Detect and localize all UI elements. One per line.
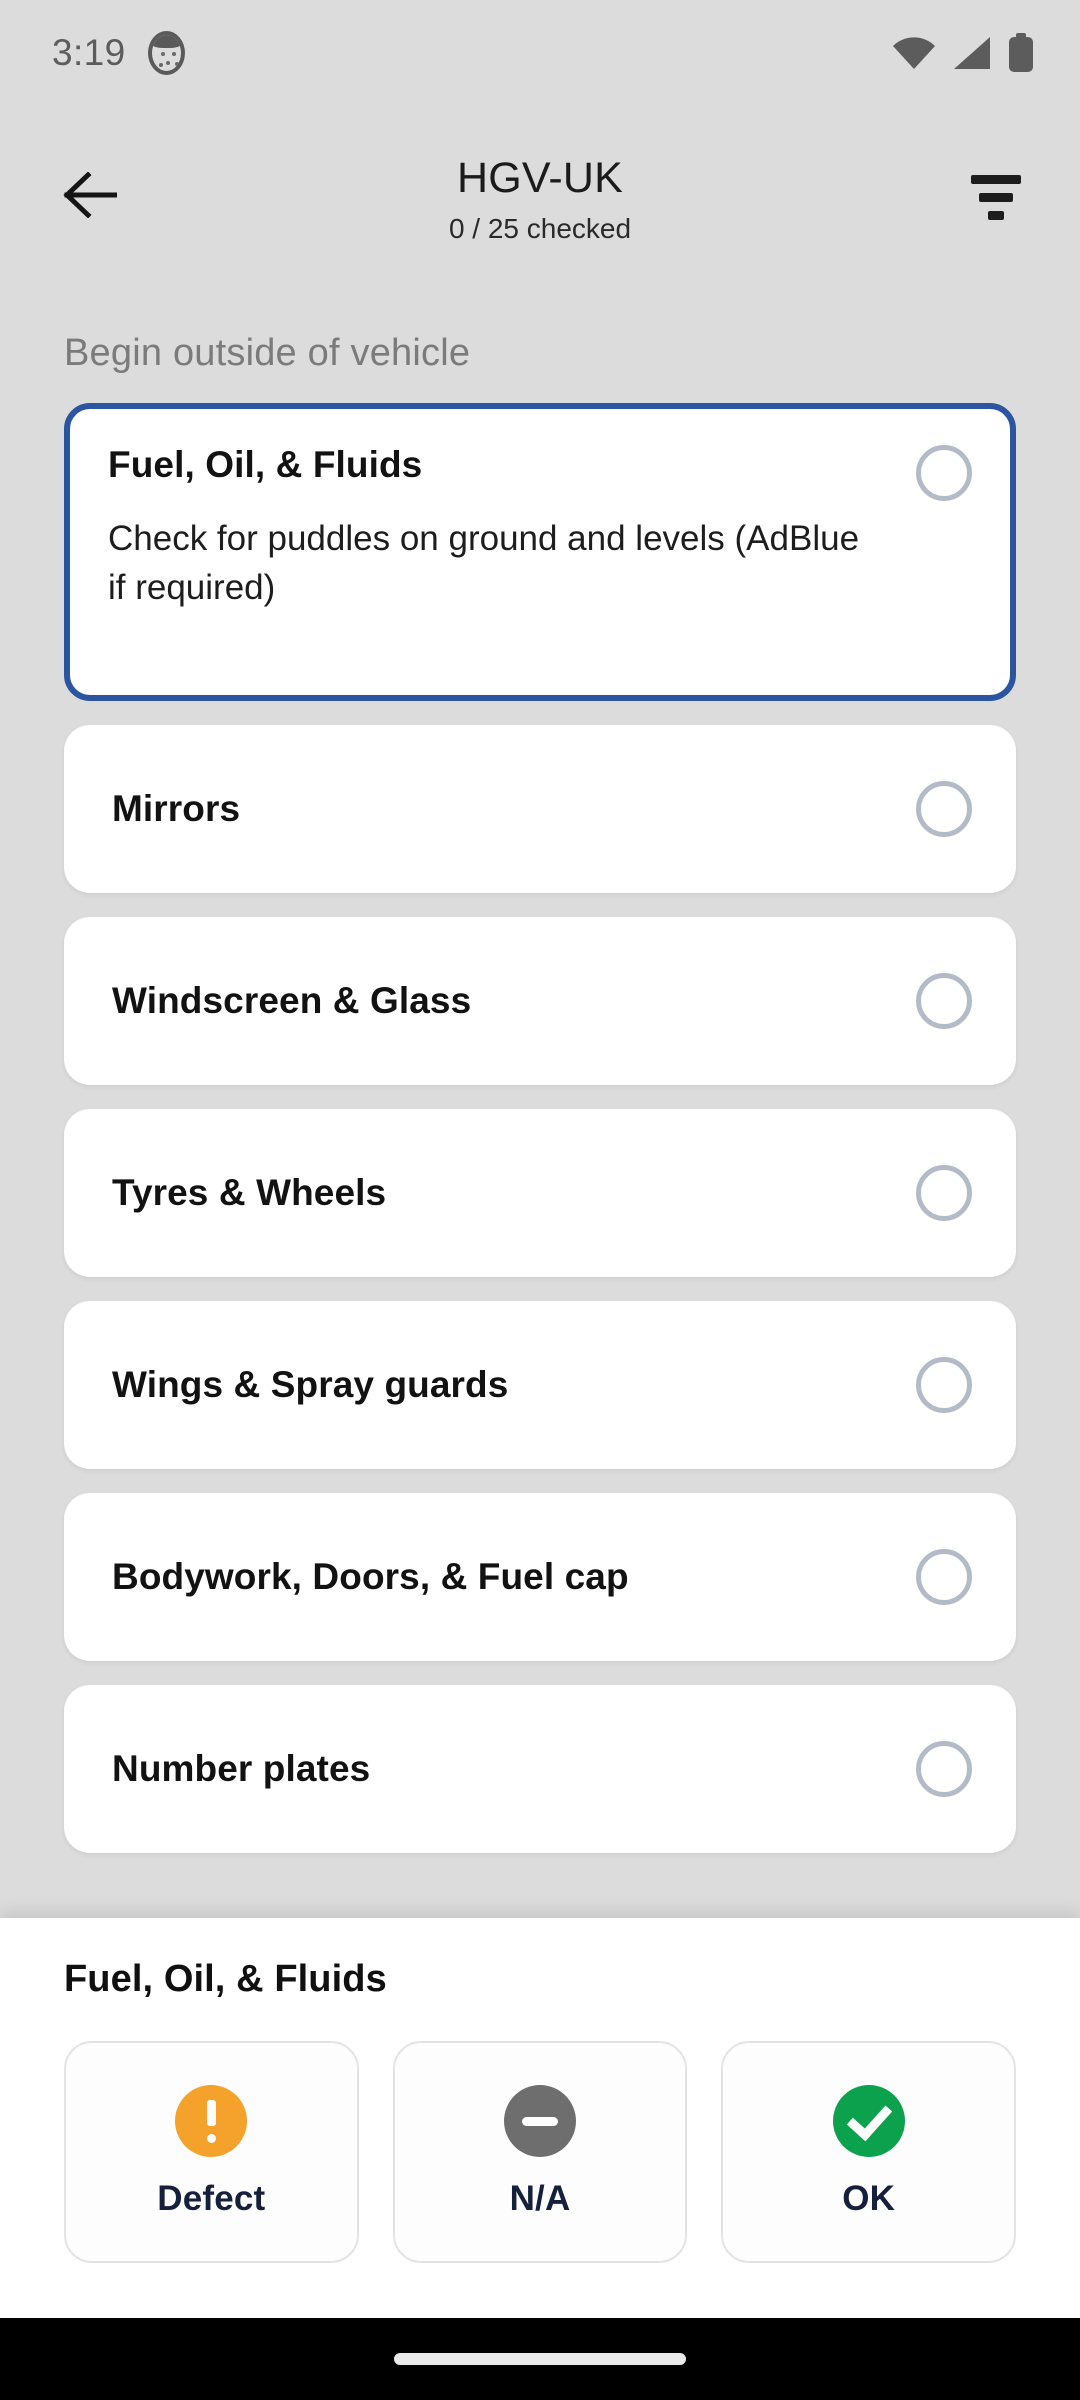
status-bar-left: 3:19	[52, 30, 185, 75]
home-indicator-pill[interactable]	[394, 2353, 686, 2365]
checked-counter: 0 / 25 checked	[448, 213, 632, 244]
status-bar: 3:19	[0, 0, 1080, 105]
page-title: HGV-UK	[456, 154, 624, 202]
checklist-item-title: Fuel, Oil, & Fluids	[108, 444, 423, 485]
checklist-item-title: Bodywork, Doors, & Fuel cap	[112, 1555, 629, 1597]
checklist-item-number-plates[interactable]: Number plates	[64, 1685, 1016, 1853]
checklist-item-title: Wings & Spray guards	[112, 1363, 509, 1405]
checklist-item-status-radio[interactable]	[916, 1741, 972, 1797]
app-bar-titles: HGV-UK 0 / 25 checked	[0, 150, 1080, 245]
filter-icon-bar-1	[971, 175, 1021, 184]
checklist-item-wings-spray-guards[interactable]: Wings & Spray guards	[64, 1301, 1016, 1469]
card-body: Number plates	[108, 1747, 916, 1791]
back-button[interactable]	[48, 156, 132, 240]
phone-screen: 3:19 HGV-UK 0 / 25 checked Begin outside…	[0, 0, 1080, 2400]
checklist-item-fuel-oil-fluids[interactable]: Fuel, Oil, & Fluids Check for puddles on…	[64, 403, 1016, 701]
cat-avatar-icon	[147, 30, 185, 75]
battery-icon	[1008, 32, 1034, 73]
checklist-item-status-radio[interactable]	[916, 1357, 972, 1413]
card-body: Tyres & Wheels	[108, 1171, 916, 1215]
system-navigation-bar	[0, 2318, 1080, 2400]
filter-icon-bar-2	[979, 193, 1013, 202]
card-body: Mirrors	[108, 787, 916, 831]
card-body: Bodywork, Doors, & Fuel cap	[108, 1555, 916, 1599]
action-button-group: Defect N/A OK	[64, 2041, 1017, 2263]
section-header: Begin outside of vehicle	[64, 332, 471, 374]
checklist-item-bodywork-doors-fuel-cap[interactable]: Bodywork, Doors, & Fuel cap	[64, 1493, 1016, 1661]
status-bar-right	[892, 32, 1034, 73]
card-body: Windscreen & Glass	[108, 979, 916, 1023]
checklist-item-description: Check for puddles on ground and levels (…	[108, 519, 860, 607]
checklist-item-title: Windscreen & Glass	[112, 979, 472, 1021]
minus-circle-icon	[504, 2085, 576, 2157]
wifi-icon	[892, 36, 936, 70]
ok-button-label: OK	[842, 2179, 896, 2218]
filter-button[interactable]	[954, 156, 1038, 240]
checklist-item-status-radio[interactable]	[916, 973, 972, 1029]
checklist-scroll-area[interactable]: Begin outside of vehicle Fuel, Oil, & Fl…	[0, 290, 1080, 1918]
checklist-item-status-radio[interactable]	[916, 781, 972, 837]
na-button-label: N/A	[509, 2179, 571, 2218]
checklist-item-status-radio[interactable]	[916, 1165, 972, 1221]
checklist-item-windscreen-glass[interactable]: Windscreen & Glass	[64, 917, 1016, 1085]
check-circle-icon	[832, 2085, 905, 2157]
checklist-item-title: Mirrors	[112, 787, 241, 829]
card-body: Wings & Spray guards	[108, 1363, 916, 1407]
app-bar: HGV-UK 0 / 25 checked	[0, 105, 1080, 290]
checklist-item-title: Tyres & Wheels	[112, 1171, 387, 1213]
bottom-action-panel: Fuel, Oil, & Fluids Defect N/A OK	[0, 1918, 1080, 2318]
defect-button-label: Defect	[157, 2179, 266, 2218]
active-item-title: Fuel, Oil, & Fluids	[64, 1958, 387, 2000]
cellular-signal-icon	[952, 36, 992, 70]
checklist-item-status-radio[interactable]	[916, 445, 972, 501]
checklist-item-tyres-wheels[interactable]: Tyres & Wheels	[64, 1109, 1016, 1277]
back-arrow-icon	[63, 171, 118, 223]
checklist-item-status-radio[interactable]	[916, 1549, 972, 1605]
na-button[interactable]: N/A	[392, 2041, 688, 2263]
filter-icon-bar-3	[988, 211, 1004, 220]
card-body: Fuel, Oil, & Fluids Check for puddles on…	[108, 443, 916, 612]
defect-button[interactable]: Defect	[64, 2041, 359, 2263]
status-bar-clock: 3:19	[52, 31, 126, 73]
exclamation-circle-icon	[175, 2085, 248, 2157]
ok-button[interactable]: OK	[721, 2041, 1017, 2263]
checklist-item-title: Number plates	[112, 1747, 371, 1789]
checklist-item-mirrors[interactable]: Mirrors	[64, 725, 1016, 893]
